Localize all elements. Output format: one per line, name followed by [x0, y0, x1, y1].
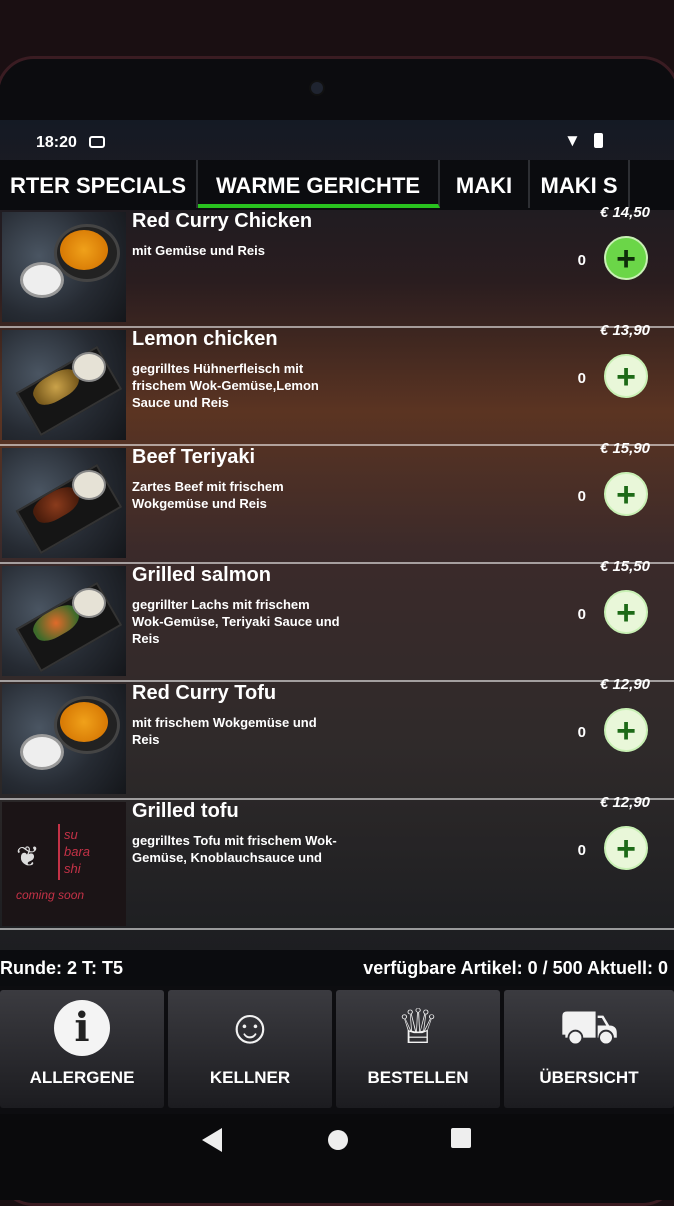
chef-hat-icon: ♕: [396, 1001, 440, 1054]
status-bar: 18:20 ▼: [0, 120, 674, 164]
add-item-button[interactable]: +: [604, 354, 648, 398]
front-camera: [311, 82, 323, 94]
item-quantity: 0: [577, 252, 586, 269]
allergene-button[interactable]: i ALLERGENE: [0, 990, 164, 1108]
shopping-cart-icon: ⛟: [558, 1001, 620, 1054]
dish-image: [2, 566, 126, 676]
logo-wordmark: su bara shi: [64, 827, 91, 876]
menu-item-row: ❦ su bara shi coming soon Grilled tofu geg…: [0, 794, 674, 930]
tab-maki-s[interactable]: MAKI S: [530, 160, 630, 208]
screen: 18:20 ▼ RTER SPECIALS WARME GERICHTE MAK…: [0, 120, 674, 1200]
item-quantity: 0: [577, 606, 586, 623]
item-price: € 15,50: [599, 558, 650, 575]
item-description: gegrillter Lachs mit frischem Wok-Gemüse…: [132, 597, 340, 646]
logo-coming-soon: coming soon: [16, 888, 85, 902]
waiter-icon: ☺: [225, 1001, 275, 1054]
item-name: Grilled salmon: [132, 564, 271, 586]
item-price: € 14,50: [599, 204, 650, 221]
menu-item-row: Red Curry Chicken mit Gemüse und Reis € …: [0, 204, 674, 328]
add-item-button[interactable]: +: [604, 236, 648, 280]
uebersicht-button[interactable]: ⛟ ÜBERSICHT: [504, 990, 674, 1108]
add-item-button[interactable]: +: [604, 826, 648, 870]
tab-warme-gerichte[interactable]: WARME GERICHTE: [198, 160, 440, 208]
dish-image: [2, 448, 126, 558]
round-table-info: Runde: 2 T: T5: [0, 958, 124, 978]
menu-item-row: Red Curry Tofu mit frischem Wokgemüse un…: [0, 676, 674, 800]
status-time: 18:20: [36, 134, 77, 151]
item-name: Red Curry Tofu: [132, 682, 277, 704]
info-icon: i: [54, 1000, 110, 1056]
nav-label: BESTELLEN: [367, 1068, 469, 1087]
category-tabs: RTER SPECIALS WARME GERICHTE MAKI MAKI S: [0, 160, 674, 210]
nav-label: KELLNER: [209, 1068, 291, 1087]
item-quantity: 0: [577, 488, 586, 505]
menu-item-row: Lemon chicken gegrilltes Hühnerfleisch m…: [0, 322, 674, 446]
dish-image: [2, 684, 126, 794]
restaurant-logo-image: ❦ su bara shi coming soon: [2, 802, 126, 926]
available-items-info: verfügbare Artikel: 0 / 500 Aktuell: 0: [363, 958, 668, 978]
order-info-bar: Runde: 2 T: T5 verfügbare Artikel: 0 / 5…: [0, 950, 674, 986]
item-description: gegrilltes Tofu mit frischem Wok-Gemüse,…: [132, 833, 337, 865]
home-icon[interactable]: [328, 1130, 348, 1150]
peacock-icon: ❦: [16, 841, 40, 872]
item-name: Grilled tofu: [132, 800, 239, 822]
add-item-button[interactable]: +: [604, 708, 648, 752]
item-name: Red Curry Chicken: [132, 210, 313, 232]
item-price: € 15,90: [599, 440, 650, 457]
tab-starter-specials[interactable]: RTER SPECIALS: [0, 160, 198, 208]
notification-app-icon: [89, 136, 105, 148]
menu-item-list: Red Curry Chicken mit Gemüse und Reis € …: [0, 204, 674, 950]
recents-icon[interactable]: [451, 1128, 471, 1148]
add-item-button[interactable]: +: [604, 590, 648, 634]
bottom-navigation: i ALLERGENE ☺ KELLNER ♕ BESTELLEN ⛟ ÜBER…: [0, 986, 674, 1114]
item-description: gegrilltes Hühnerfleisch mit frischem Wo…: [132, 361, 319, 410]
battery-icon: [594, 133, 603, 148]
add-item-button[interactable]: +: [604, 472, 648, 516]
dish-image: [2, 330, 126, 440]
item-description: Zartes Beef mit frischem Wokgemüse und R…: [132, 479, 284, 511]
item-quantity: 0: [577, 724, 586, 741]
item-price: € 12,90: [599, 794, 650, 811]
menu-item-row: Grilled salmon gegrillter Lachs mit fris…: [0, 558, 674, 682]
item-quantity: 0: [577, 842, 586, 859]
tab-maki[interactable]: MAKI: [440, 160, 530, 208]
back-icon[interactable]: [202, 1128, 222, 1152]
item-quantity: 0: [577, 370, 586, 387]
nav-label: ALLERGENE: [29, 1068, 135, 1087]
item-description: mit frischem Wokgemüse und Reis: [132, 715, 317, 747]
bestellen-button[interactable]: ♕ BESTELLEN: [336, 990, 500, 1108]
item-name: Beef Teriyaki: [132, 446, 256, 468]
menu-item-row: Beef Teriyaki Zartes Beef mit frischem W…: [0, 440, 674, 564]
item-name: Lemon chicken: [132, 328, 278, 350]
nav-label: ÜBERSICHT: [539, 1068, 639, 1087]
system-navigation-bar: [0, 1114, 674, 1200]
item-price: € 12,90: [599, 676, 650, 693]
wifi-icon: ▼: [564, 131, 581, 150]
dish-image: [2, 212, 126, 322]
item-price: € 13,90: [599, 322, 650, 339]
kellner-button[interactable]: ☺ KELLNER: [168, 990, 332, 1108]
item-description: mit Gemüse und Reis: [132, 243, 265, 258]
